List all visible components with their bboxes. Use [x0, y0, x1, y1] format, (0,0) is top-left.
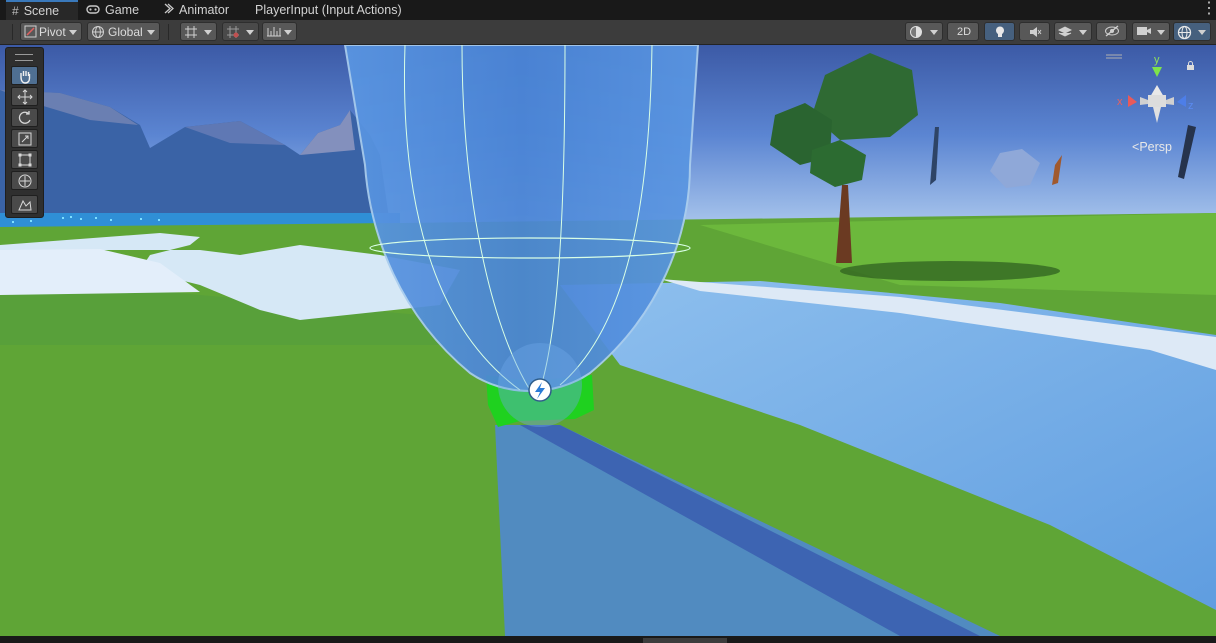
transform-icon — [18, 174, 32, 188]
hidden-objects-toggle[interactable] — [1096, 22, 1127, 41]
hash-icon: # — [12, 4, 19, 18]
tab-game[interactable]: Game — [86, 0, 156, 20]
toolbar-divider — [12, 24, 13, 40]
scale-tool-button[interactable] — [11, 129, 38, 148]
chevron-down-icon — [930, 30, 938, 35]
tab-game-label: Game — [105, 3, 140, 17]
effects-dropdown[interactable] — [1054, 22, 1092, 41]
tab-playerinput-label: PlayerInput (Input Actions) — [255, 3, 402, 17]
light-bulb-icon — [996, 26, 1004, 37]
rect-tool-button[interactable] — [11, 150, 38, 169]
grid-snap-dropdown[interactable] — [180, 22, 217, 41]
tab-scene-label: Scene — [23, 4, 60, 18]
lighting-toggle[interactable] — [984, 22, 1015, 41]
toolbar-divider — [168, 24, 169, 40]
custom-tool-icon — [18, 199, 32, 211]
space-label: Global — [108, 25, 143, 39]
tab-animator[interactable]: Animator — [164, 0, 244, 20]
status-bar — [0, 636, 1216, 643]
gizmo-x-label: x — [1117, 96, 1123, 108]
shading-mode-icon — [910, 26, 922, 38]
gamepad-icon — [86, 0, 100, 21]
tree-shadow — [840, 261, 1060, 281]
tab-playerinput[interactable]: PlayerInput (Input Actions) — [255, 0, 415, 20]
pivot-label: Pivot — [39, 25, 66, 39]
globe-icon — [92, 26, 104, 38]
hand-icon — [20, 71, 31, 84]
move-icon — [17, 89, 33, 105]
tools-overlay — [5, 47, 44, 218]
gizmo-globe-icon — [1177, 25, 1192, 40]
camera-dropdown[interactable] — [1132, 22, 1170, 41]
hand-tool-button[interactable] — [11, 66, 38, 85]
chevron-down-icon — [69, 30, 77, 35]
snap-increment-icon — [227, 26, 239, 38]
audio-mute-icon — [1030, 27, 1042, 37]
tab-bar: # Scene Game Animator PlayerInput (Input … — [0, 0, 1216, 20]
gizmos-dropdown[interactable] — [1173, 22, 1211, 41]
lock-icon[interactable] — [1186, 60, 1195, 74]
chevron-down-icon — [1157, 30, 1165, 35]
rotate-tool-button[interactable] — [11, 108, 38, 127]
scene-render: y x z — [0, 45, 1216, 636]
chevron-down-icon — [284, 30, 292, 35]
custom-tool-button[interactable] — [11, 195, 38, 214]
toggle-2d-label: 2D — [957, 26, 972, 38]
effects-layers-icon — [1058, 26, 1072, 37]
status-progress-segment — [643, 638, 727, 643]
chevron-down-icon — [246, 30, 254, 35]
more-options-icon[interactable]: ⋮ — [1201, 1, 1216, 19]
rect-transform-icon — [18, 153, 32, 167]
tab-animator-label: Animator — [179, 3, 230, 17]
scene-toolbar: Pivot Global 2D — [0, 20, 1216, 45]
projection-label[interactable]: <Persp — [1132, 140, 1172, 154]
grid-snap-icon — [185, 26, 197, 38]
space-dropdown[interactable]: Global — [87, 22, 160, 41]
chevron-down-icon — [1198, 30, 1206, 35]
ruler-icon — [267, 27, 281, 37]
eye-hidden-icon — [1105, 25, 1119, 37]
scale-icon — [18, 132, 32, 146]
audio-toggle[interactable] — [1019, 22, 1050, 41]
chevron-down-icon — [204, 30, 212, 35]
draw-mode-dropdown[interactable] — [905, 22, 943, 41]
chevron-down-icon — [1079, 30, 1087, 35]
incremental-snap-dropdown[interactable] — [222, 22, 259, 41]
rotate-icon — [18, 111, 31, 124]
tab-scene[interactable]: # Scene — [6, 0, 78, 20]
animator-icon — [164, 0, 174, 21]
camera-icon — [1137, 27, 1151, 35]
toggle-2d-button[interactable]: 2D — [947, 22, 979, 41]
pivot-icon — [24, 25, 37, 38]
transform-tool-button[interactable] — [11, 171, 38, 190]
scene-viewport[interactable]: y x z — [0, 45, 1216, 636]
drag-handle-icon[interactable] — [15, 54, 33, 61]
move-tool-button[interactable] — [11, 87, 38, 106]
chevron-down-icon — [147, 30, 155, 35]
ruler-dropdown[interactable] — [262, 22, 297, 41]
projection-text: Persp — [1139, 140, 1172, 154]
gizmo-y-label: y — [1154, 54, 1160, 66]
pivot-dropdown[interactable]: Pivot — [20, 22, 82, 41]
gizmo-z-label: z — [1188, 100, 1194, 112]
